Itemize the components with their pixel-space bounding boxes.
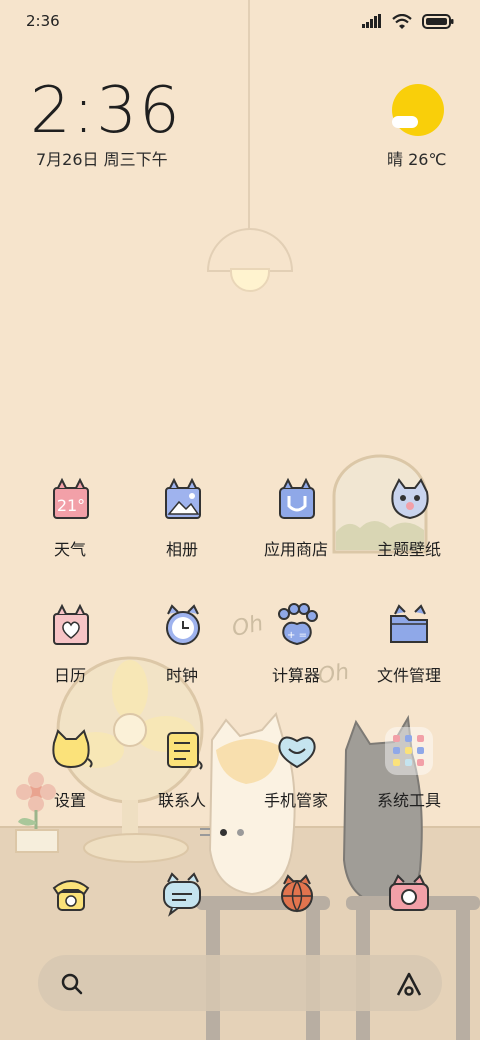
calendar-heart-icon <box>53 603 89 645</box>
app-calculator[interactable]: + = 计算器 <box>241 600 351 686</box>
app-label: 联系人 <box>157 791 206 810</box>
page-dot-2[interactable] <box>237 828 244 836</box>
app-file-manager[interactable]: 文件管理 <box>354 600 464 686</box>
weather-calendar-icon: 21° <box>53 477 89 519</box>
app-gallery[interactable]: 相册 <box>127 474 237 560</box>
app-label: 系统工具 <box>376 791 441 810</box>
status-icons <box>362 12 454 30</box>
app-label: 计算器 <box>271 666 320 685</box>
app-label: 文件管理 <box>376 666 441 685</box>
app-label: 日历 <box>53 666 86 685</box>
calculator-paw-icon: + = <box>278 603 318 646</box>
app-contacts[interactable]: 联系人 <box>127 725 237 811</box>
clock-date[interactable]: 7月26日 周三下午 <box>36 146 168 170</box>
page-indicator <box>200 828 244 836</box>
app-clock[interactable]: 时钟 <box>127 600 237 686</box>
app-calendar[interactable]: 日历 <box>15 600 125 686</box>
clock-icon <box>166 604 200 645</box>
settings-cat-icon <box>52 729 93 769</box>
tools-folder-icon <box>385 727 433 775</box>
cloud-icon <box>392 116 418 128</box>
svg-text:+ =: + = <box>287 630 307 641</box>
browser-icon[interactable] <box>270 868 322 920</box>
phone-icon[interactable] <box>44 868 96 920</box>
camera-icon[interactable] <box>382 868 434 920</box>
search-icon[interactable] <box>60 972 84 996</box>
wallpaper-lamp-bulb <box>230 268 270 292</box>
wallpaper-lamp-shade <box>207 228 293 272</box>
page-dot-1[interactable] <box>220 828 227 836</box>
app-settings[interactable]: 设置 <box>15 725 125 811</box>
app-security[interactable]: 手机管家 <box>241 725 351 811</box>
clock-time[interactable]: 2:36 <box>30 74 182 148</box>
app-label: 应用商店 <box>263 540 328 559</box>
battery-icon <box>422 13 454 29</box>
contacts-icon <box>167 732 203 770</box>
weather-text[interactable]: 晴 26℃ <box>387 146 446 170</box>
app-label: 相册 <box>165 540 198 559</box>
app-label: 设置 <box>53 791 86 810</box>
menu-lines-icon[interactable] <box>200 828 210 836</box>
security-heart-icon <box>278 736 316 769</box>
app-themes[interactable]: 主题壁纸 <box>354 474 464 560</box>
folder-icon <box>390 604 428 643</box>
app-label: 天气 <box>53 540 86 559</box>
app-label: 时钟 <box>165 666 198 685</box>
search-bar[interactable] <box>38 955 442 1011</box>
app-store[interactable]: 应用商店 <box>241 474 351 560</box>
status-bar: 2:36 <box>0 0 480 40</box>
app-system-tools[interactable]: 系统工具 <box>354 725 464 811</box>
svg-text:21°: 21° <box>57 496 85 515</box>
app-weather[interactable]: 21° 天气 <box>15 474 125 560</box>
app-label: 主题壁纸 <box>376 540 441 559</box>
gallery-icon <box>165 477 201 519</box>
sunny-cloud-icon[interactable] <box>392 84 444 136</box>
messages-icon[interactable] <box>156 868 208 920</box>
app-label: 手机管家 <box>263 791 328 810</box>
signal-icon <box>362 14 381 28</box>
assistant-icon[interactable] <box>394 971 424 997</box>
wifi-icon <box>392 13 412 29</box>
status-time: 2:36 <box>26 12 60 30</box>
app-store-icon <box>279 477 315 519</box>
theme-paw-icon <box>391 478 429 520</box>
